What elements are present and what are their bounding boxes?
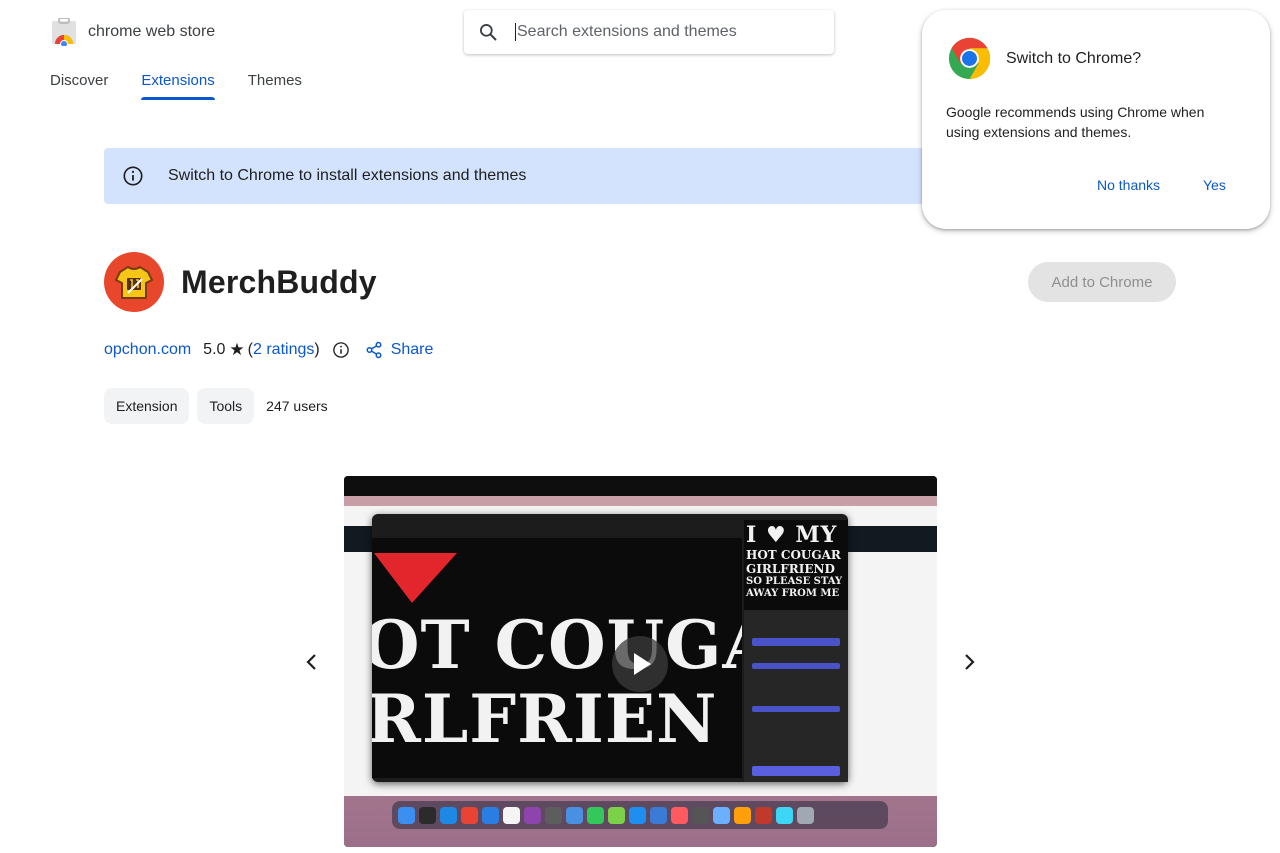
panel-bar <box>752 663 840 669</box>
dock-icon <box>545 806 562 824</box>
star-icon: ★ <box>229 340 245 359</box>
thumb-line-1: I ♥ MY <box>746 522 838 548</box>
dialog-title: Switch to Chrome? <box>1006 50 1142 67</box>
search-icon[interactable] <box>478 22 498 42</box>
web-store-icon <box>50 17 78 48</box>
extension-tags: Extension Tools 247 users <box>104 388 328 424</box>
dock-icon <box>776 806 793 824</box>
ratings-link[interactable]: 2 ratings <box>253 341 314 359</box>
video-dock <box>392 801 888 829</box>
dock-icon <box>692 806 709 824</box>
store-name: chrome web store <box>88 23 216 40</box>
store-logo[interactable]: chrome web store <box>50 17 216 48</box>
banner-text: Switch to Chrome to install extensions a… <box>168 167 527 184</box>
dock-icon <box>419 806 436 824</box>
dock-icon <box>650 806 667 824</box>
tab-themes[interactable]: Themes <box>248 72 302 99</box>
switch-to-chrome-dialog: Switch to Chrome? Google recommends usin… <box>922 10 1270 229</box>
search-input[interactable] <box>515 23 815 41</box>
dock-icon <box>566 806 583 824</box>
canvas-line-2: RLFRIEN <box>372 680 718 758</box>
dock-icon <box>797 806 814 824</box>
share-label: Share <box>390 341 434 358</box>
user-count: 247 users <box>266 398 328 414</box>
thumb-line-4: SO PLEASE STAY <box>746 576 843 587</box>
dock-icon <box>608 806 625 824</box>
tab-discover[interactable]: Discover <box>50 72 108 99</box>
chip-extension[interactable]: Extension <box>104 388 190 424</box>
tab-extensions[interactable]: Extensions <box>141 72 216 100</box>
info-icon <box>123 166 143 186</box>
thumb-line-2: HOT COUGAR <box>746 548 841 562</box>
yes-button[interactable]: Yes <box>1203 177 1226 193</box>
dock-icon <box>524 806 541 824</box>
chevron-right-icon[interactable] <box>957 650 981 674</box>
video-app-window: OT COUGA RLFRIEN I ♥ MY HOT COUGAR GIRLF… <box>372 514 848 782</box>
thumb-line-3: GIRLFRIEND <box>746 562 835 576</box>
dock-icon <box>587 806 604 824</box>
dock-icon <box>440 806 457 824</box>
merchbuddy-logo <box>104 252 164 312</box>
dock-icon <box>755 806 772 824</box>
share-button[interactable]: Share <box>365 341 434 359</box>
publisher-link[interactable]: opchon.com <box>104 341 191 359</box>
dock-icon <box>629 806 646 824</box>
main-nav: Discover Extensions Themes <box>50 72 335 100</box>
chevron-left-icon[interactable] <box>300 650 324 674</box>
extension-name: MerchBuddy <box>181 263 377 300</box>
preview-thumbnail: I ♥ MY HOT COUGAR GIRLFRIEND SO PLEASE S… <box>744 520 848 610</box>
no-thanks-button[interactable]: No thanks <box>1097 177 1160 193</box>
extension-meta: opchon.com 5.0 ★ (2 ratings) Share <box>104 340 433 360</box>
video-canvas: OT COUGA RLFRIEN <box>372 538 742 778</box>
dialog-body: Google recommends using Chrome when usin… <box>946 104 1205 140</box>
dock-icon <box>482 806 499 824</box>
panel-bar <box>752 638 840 646</box>
rating-value: 5.0 <box>203 341 226 358</box>
extension-header: MerchBuddy <box>104 252 377 312</box>
chip-tools[interactable]: Tools <box>197 388 255 424</box>
dock-icon <box>461 806 478 824</box>
search-box[interactable] <box>464 10 834 54</box>
canvas-line-1: OT COUGA <box>372 606 742 684</box>
dock-icon <box>713 806 730 824</box>
info-icon[interactable] <box>332 341 350 359</box>
rating-paren-close: ) <box>314 341 320 358</box>
add-to-chrome-button[interactable]: Add to Chrome <box>1028 262 1176 302</box>
dock-icon <box>503 806 520 824</box>
panel-bar <box>752 706 840 712</box>
rating: 5.0 ★ (2 ratings) <box>203 340 320 360</box>
thumb-line-5: AWAY FROM ME <box>746 588 840 599</box>
play-icon[interactable] <box>612 636 668 692</box>
chrome-logo-icon <box>948 37 991 80</box>
dock-icon <box>671 806 688 824</box>
red-triangle-icon <box>374 553 457 603</box>
video-preview[interactable]: OT COUGA RLFRIEN I ♥ MY HOT COUGAR GIRLF… <box>344 476 937 847</box>
dock-icon <box>398 806 415 824</box>
video-menubar <box>344 476 937 496</box>
panel-button <box>752 766 840 776</box>
share-icon <box>366 341 382 359</box>
dock-icon <box>734 806 751 824</box>
